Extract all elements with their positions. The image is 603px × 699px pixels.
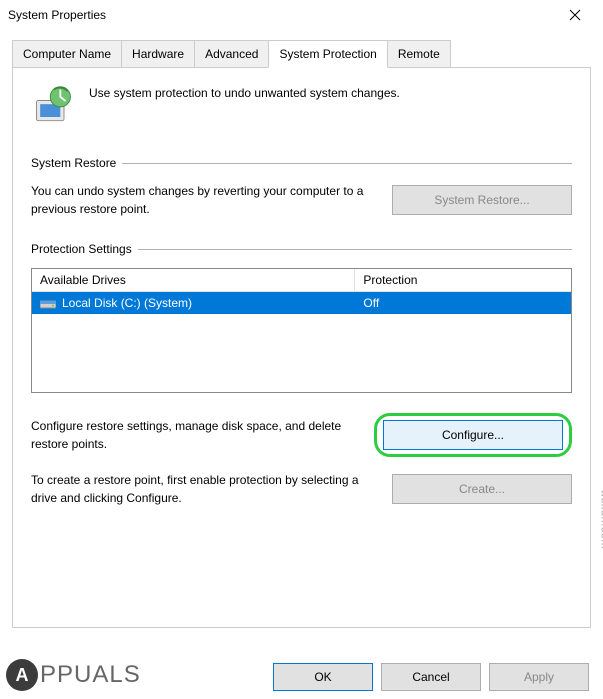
dialog-button-bar: A PPUALS OK Cancel Apply (0, 659, 603, 691)
system-protection-icon (31, 84, 75, 128)
tab-remote[interactable]: Remote (387, 40, 451, 67)
cancel-button[interactable]: Cancel (381, 663, 481, 691)
system-restore-section: System Restore You can undo system chang… (31, 156, 572, 218)
table-row[interactable]: Local Disk (C:) (System) Off (32, 292, 571, 314)
drives-table-header: Available Drives Protection (32, 269, 571, 292)
create-button: Create... (392, 474, 572, 504)
tab-bar: Computer Name Hardware Advanced System P… (12, 40, 591, 68)
close-button[interactable] (555, 1, 595, 29)
tab-hardware[interactable]: Hardware (121, 40, 195, 67)
drive-icon (40, 297, 56, 309)
branding-logo: A PPUALS (4, 659, 265, 691)
column-available-drives[interactable]: Available Drives (32, 269, 355, 291)
divider (122, 163, 572, 164)
apply-button: Apply (489, 663, 589, 691)
intro-text: Use system protection to undo unwanted s… (89, 84, 400, 100)
configure-button[interactable]: Configure... (383, 420, 563, 450)
titlebar: System Properties (0, 0, 603, 30)
system-restore-legend: System Restore (31, 156, 122, 170)
tab-system-protection[interactable]: System Protection (268, 40, 387, 68)
create-desc: To create a restore point, first enable … (31, 471, 378, 507)
system-restore-desc: You can undo system changes by reverting… (31, 182, 378, 218)
divider (138, 249, 572, 250)
window-title: System Properties (8, 8, 555, 22)
logo-text: PPUALS (40, 661, 141, 689)
logo-a-icon: A (6, 659, 38, 691)
highlight-annotation: Configure... (374, 413, 572, 457)
ok-button[interactable]: OK (273, 663, 373, 691)
drive-name: Local Disk (C:) (System) (62, 296, 192, 310)
watermark-text: wsxdn.com (599, 489, 603, 549)
configure-desc: Configure restore settings, manage disk … (31, 417, 360, 453)
drive-protection-status: Off (355, 292, 571, 314)
tab-advanced[interactable]: Advanced (194, 40, 269, 67)
system-restore-button: System Restore... (392, 185, 572, 215)
tab-computer-name[interactable]: Computer Name (12, 40, 122, 67)
close-icon (569, 9, 581, 21)
column-protection[interactable]: Protection (355, 269, 571, 291)
protection-settings-section: Protection Settings Available Drives Pro… (31, 242, 572, 507)
system-protection-panel: Use system protection to undo unwanted s… (12, 68, 591, 628)
protection-settings-legend: Protection Settings (31, 242, 138, 256)
drives-table-body[interactable]: Local Disk (C:) (System) Off (32, 292, 571, 392)
drives-table: Available Drives Protection Local Disk (… (31, 268, 572, 393)
